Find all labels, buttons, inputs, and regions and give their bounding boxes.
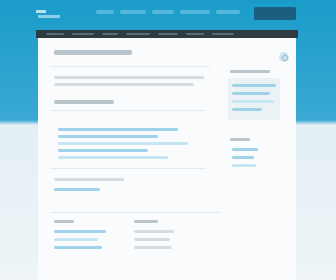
navbar-item[interactable]	[102, 33, 118, 35]
main-content	[38, 38, 296, 280]
main-navbar	[36, 30, 298, 38]
article-link[interactable]	[58, 156, 168, 159]
sidebar-panel	[228, 78, 280, 120]
article-link[interactable]	[58, 142, 188, 145]
read-more-link[interactable]	[54, 188, 100, 191]
navbar-item[interactable]	[46, 33, 64, 35]
top-nav-item[interactable]	[180, 10, 210, 14]
navbar-item[interactable]	[158, 33, 178, 35]
section-heading	[54, 100, 114, 104]
sidebar-link[interactable]	[232, 164, 256, 167]
sidebar-heading	[230, 70, 270, 73]
body-text-line	[54, 178, 124, 181]
logo-icon[interactable]	[36, 8, 66, 20]
top-navigation	[96, 10, 246, 16]
sidebar-link[interactable]	[232, 108, 262, 111]
navbar-item[interactable]	[72, 33, 94, 35]
header-action-button[interactable]	[254, 7, 296, 20]
column-heading	[134, 220, 158, 223]
sidebar-heading	[230, 138, 250, 141]
top-nav-item[interactable]	[96, 10, 114, 14]
top-nav-item[interactable]	[152, 10, 174, 14]
divider	[50, 168, 206, 169]
sidebar-link[interactable]	[232, 156, 254, 159]
sidebar-link[interactable]	[232, 84, 276, 87]
intro-text-line	[54, 83, 194, 86]
top-nav-item[interactable]	[120, 10, 146, 14]
divider	[50, 212, 220, 213]
column-link[interactable]	[54, 230, 106, 233]
page-title	[54, 50, 132, 55]
column-link[interactable]	[54, 238, 98, 241]
sidebar-link[interactable]	[232, 100, 274, 103]
column-text-line	[134, 230, 174, 233]
logo-mark	[36, 10, 46, 13]
column-link[interactable]	[54, 246, 102, 249]
logo-wordmark	[38, 15, 60, 18]
article-link[interactable]	[58, 135, 158, 138]
intro-text-line	[54, 76, 204, 79]
sidebar-link[interactable]	[232, 148, 258, 151]
sidebar-link[interactable]	[232, 92, 270, 95]
column-text-line	[134, 238, 170, 241]
search-icon[interactable]	[279, 52, 289, 62]
navbar-item[interactable]	[126, 33, 150, 35]
navbar-item[interactable]	[186, 33, 204, 35]
article-link[interactable]	[58, 149, 148, 152]
column-text-line	[134, 246, 172, 249]
divider	[50, 66, 210, 67]
column-heading	[54, 220, 74, 223]
article-link[interactable]	[58, 128, 178, 131]
divider	[50, 110, 206, 111]
navbar-item[interactable]	[212, 33, 234, 35]
top-nav-item[interactable]	[216, 10, 240, 14]
